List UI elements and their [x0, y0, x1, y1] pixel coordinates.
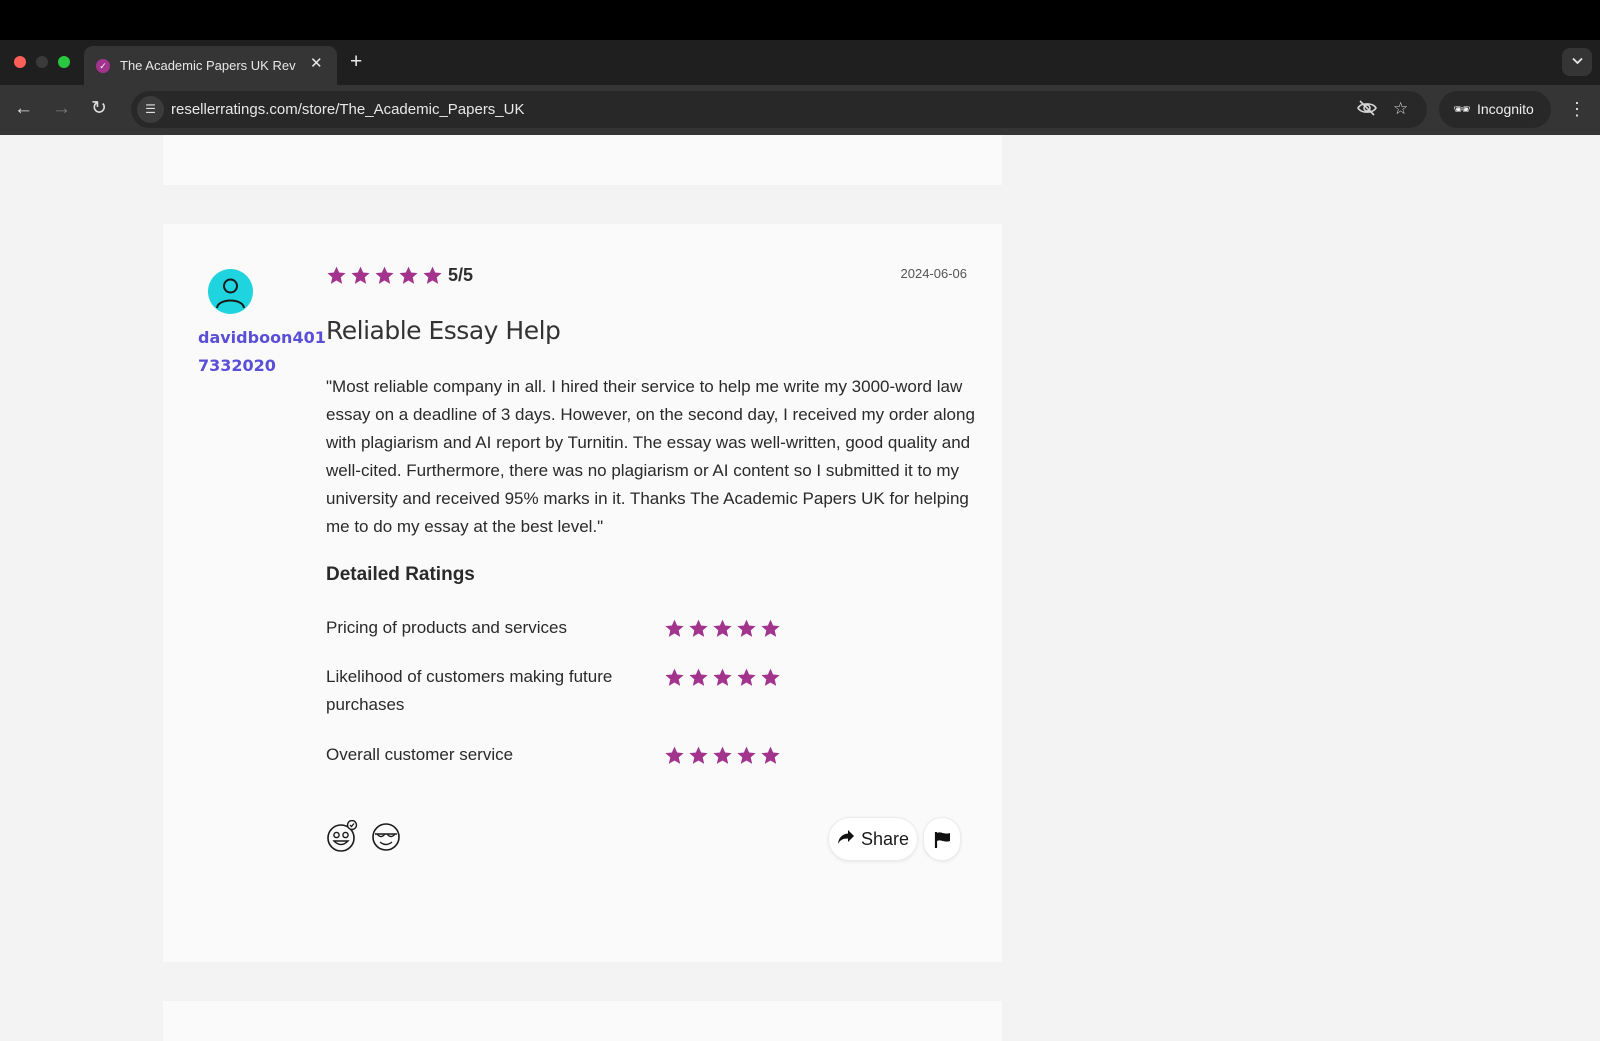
tab-strip: ✓ The Academic Papers UK Rev ✕ + [0, 40, 1600, 85]
maximize-window-button[interactable] [58, 56, 70, 68]
star-icon [736, 667, 757, 688]
tab-close-icon[interactable]: ✕ [310, 55, 323, 73]
close-window-button[interactable] [14, 56, 26, 68]
star-icon [712, 745, 733, 766]
detailed-rating-stars [664, 745, 784, 766]
avatar[interactable] [208, 269, 253, 314]
flag-icon [934, 832, 950, 848]
browser-toolbar: ← → ↻ ☰ resellerratings.com/store/The_Ac… [0, 85, 1600, 135]
star-icon [374, 265, 395, 286]
star-bookmark-icon[interactable]: ☆ [1393, 99, 1408, 119]
rating-stars [326, 265, 446, 286]
detailed-ratings-title: Detailed Ratings [326, 564, 475, 585]
incognito-indicator[interactable]: 🕶 Incognito [1439, 91, 1551, 128]
next-review-card [163, 1001, 1002, 1041]
star-icon [664, 745, 685, 766]
detailed-rating-stars [664, 667, 784, 688]
star-icon [664, 667, 685, 688]
back-icon[interactable]: ← [14, 97, 33, 121]
star-icon [736, 618, 757, 639]
share-icon [837, 829, 855, 850]
funny-reaction-icon[interactable] [370, 820, 402, 852]
screen-top-bar [0, 0, 1600, 40]
star-icon [422, 265, 443, 286]
report-button[interactable] [923, 817, 961, 861]
tab-list-button[interactable] [1562, 48, 1592, 76]
menu-icon[interactable]: ⋮ [1568, 97, 1586, 121]
site-info-icon[interactable]: ☰ [137, 96, 164, 123]
forward-icon[interactable]: → [52, 97, 71, 121]
star-icon [712, 667, 733, 688]
review-title: Reliable Essay Help [326, 316, 561, 345]
star-icon [760, 745, 781, 766]
review-rating: 5/5 [326, 263, 473, 287]
browser-tab[interactable]: ✓ The Academic Papers UK Rev ✕ [84, 46, 337, 85]
rating-score: 5/5 [448, 264, 474, 285]
detailed-rating-stars [664, 618, 784, 639]
incognito-label: Incognito [1477, 101, 1534, 117]
eye-off-icon[interactable] [1357, 99, 1377, 122]
share-label: Share [860, 828, 910, 849]
star-icon [664, 618, 685, 639]
previous-review-card [163, 135, 1002, 185]
star-icon [688, 745, 709, 766]
share-button[interactable]: Share [828, 817, 918, 861]
star-icon [688, 667, 709, 688]
star-icon [326, 265, 347, 286]
new-tab-button[interactable]: + [350, 50, 362, 74]
star-icon [350, 265, 371, 286]
reload-icon[interactable]: ↻ [91, 97, 107, 121]
review-date: 2024-06-06 [900, 266, 968, 281]
detailed-rating-label: Overall customer service [326, 745, 514, 764]
user-icon [216, 278, 245, 309]
chevron-down-icon [1571, 57, 1583, 65]
tab-title: The Academic Papers UK Rev [120, 58, 296, 73]
review-card: davidboon4017332020 5/5 2024-06-06 Relia… [163, 224, 1002, 962]
detailed-rating-label: Pricing of products and services [326, 618, 567, 637]
address-bar[interactable]: ☰ resellerratings.com/store/The_Academic… [131, 91, 1427, 128]
star-icon [398, 265, 419, 286]
incognito-icon: 🕶 [1453, 101, 1471, 117]
star-icon [712, 618, 733, 639]
favicon-icon: ✓ [96, 59, 110, 73]
review-body: "Most reliable company in all. I hired t… [326, 377, 975, 536]
detailed-rating-label: Likelihood of customers making future pu… [326, 667, 613, 714]
star-icon [736, 745, 757, 766]
star-icon [760, 618, 781, 639]
star-icon [760, 667, 781, 688]
star-icon [688, 618, 709, 639]
minimize-window-button[interactable] [36, 56, 48, 68]
url-text[interactable]: resellerratings.com/store/The_Academic_P… [171, 101, 525, 118]
reviewer-username[interactable]: davidboon4017332020 [198, 324, 328, 380]
helpful-reaction-icon[interactable] [326, 820, 358, 852]
